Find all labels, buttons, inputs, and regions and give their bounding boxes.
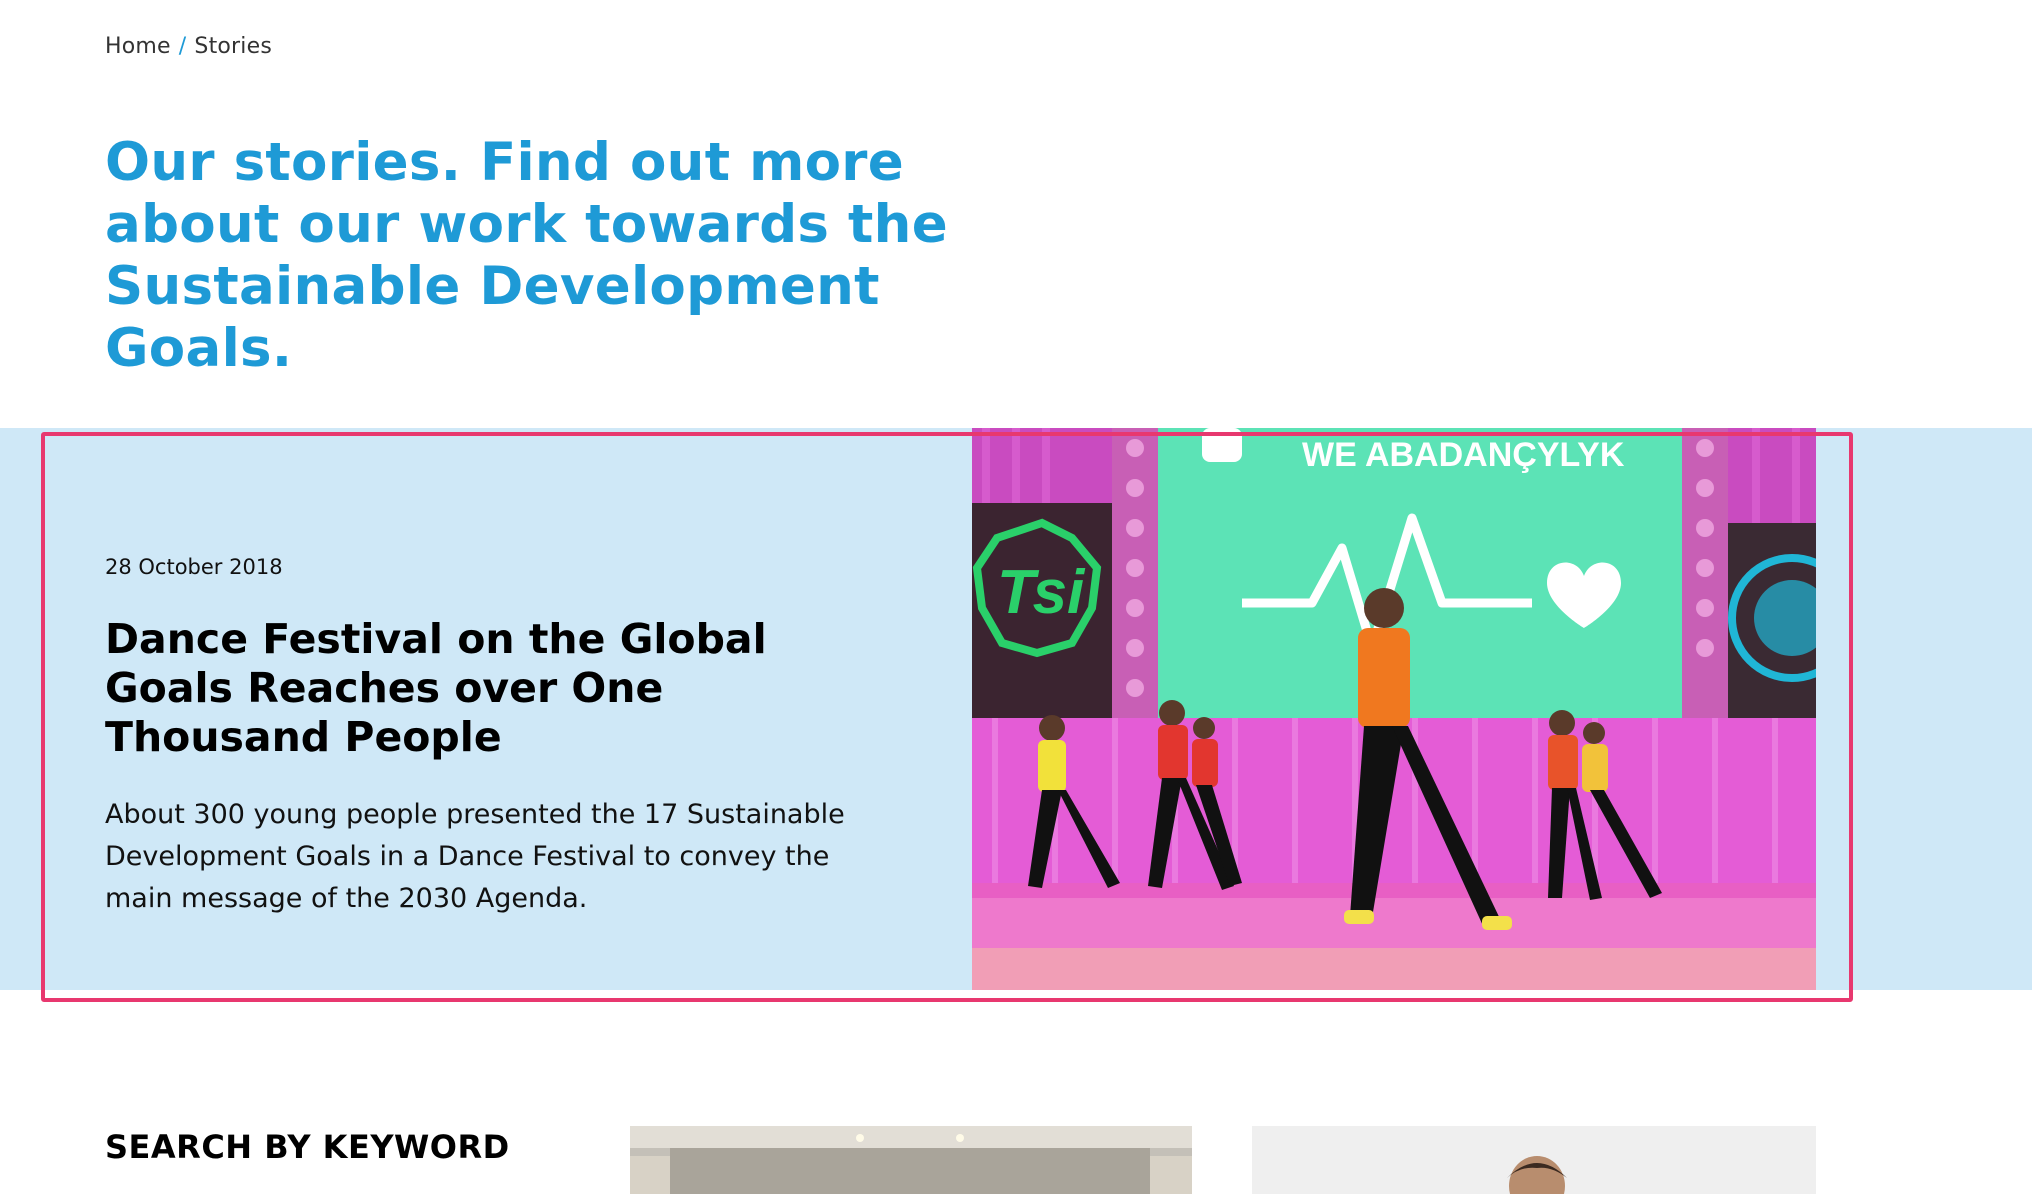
dance-festival-photo: Tsi WE ABADANÇYLYK [972,428,1816,990]
featured-story-summary: About 300 young people presented the 17 … [105,799,845,914]
stories-page: Home / Stories Our stories. Find out more … [0,0,2032,1194]
featured-story-title[interactable]: Dance Festival on the Global Goals Reach… [105,615,885,762]
breadcrumb-home-link[interactable]: Home [105,34,171,59]
story-thumbnail-image [630,1126,1192,1194]
story-card-thumbnail[interactable] [1252,1126,1816,1194]
page-title: Our stories. Find out more about our wor… [105,132,948,379]
breadcrumb-current: Stories [194,34,273,59]
story-thumbnail-image [1252,1126,1816,1194]
breadcrumb: Home / Stories [105,34,272,59]
featured-story-text[interactable]: 28 October 2018 Dance Festival on the Gl… [105,555,885,920]
search-by-keyword-heading: SEARCH BY KEYWORD [105,1128,510,1166]
svg-text:Tsi: Tsi [997,558,1086,627]
screen-text: WE ABADANÇYLYK [1302,436,1625,474]
featured-story-image[interactable]: Tsi WE ABADANÇYLYK [972,428,1816,990]
story-card-thumbnail[interactable] [630,1126,1192,1194]
breadcrumb-separator: / [178,34,187,59]
featured-story-date: 28 October 2018 [105,555,283,579]
